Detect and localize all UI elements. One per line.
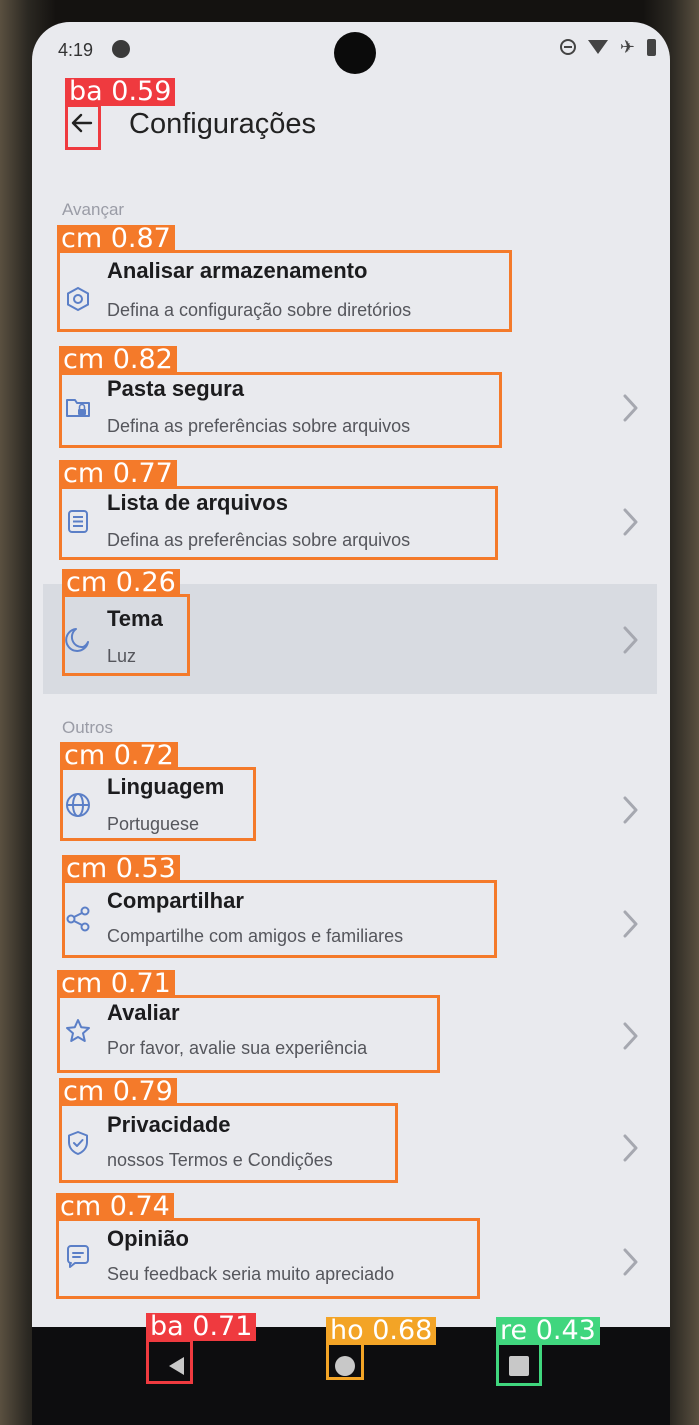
airplane-icon: ✈ — [619, 37, 635, 57]
chevron-right-icon — [617, 904, 643, 944]
chevron-right-icon — [617, 1016, 643, 1056]
chevron-right-icon — [617, 502, 643, 542]
battery-icon — [647, 38, 656, 56]
detection-label-nav-back: ba 0.71 — [146, 1313, 257, 1341]
detection-label-item: cm 0.53 — [62, 855, 180, 883]
chevron-right-icon — [617, 1128, 643, 1168]
detection-box-item — [59, 486, 498, 560]
detection-box-item — [60, 767, 256, 841]
camera-cutout — [334, 32, 376, 74]
detection-box-nav-back — [146, 1339, 193, 1384]
detection-label-back: ba 0.59 — [65, 78, 176, 106]
detection-box-nav-home — [326, 1342, 364, 1380]
detection-label-item: cm 0.72 — [60, 742, 178, 770]
detection-label-item: cm 0.79 — [59, 1078, 177, 1106]
app-notification-icon — [112, 40, 130, 58]
detection-box-item — [57, 250, 512, 332]
chevron-right-icon — [617, 1242, 643, 1282]
chevron-right-icon — [617, 388, 643, 428]
page-title: Configurações — [129, 108, 316, 140]
section-label-advanced: Avançar — [62, 200, 125, 219]
section-label-others: Outros — [62, 718, 114, 737]
detection-label-item: cm 0.26 — [62, 569, 180, 597]
detection-label-item: cm 0.77 — [59, 460, 177, 488]
chevron-right-icon — [617, 790, 643, 830]
status-icons: ✈ — [559, 37, 656, 57]
detection-label-nav-recents: re 0.43 — [496, 1317, 600, 1345]
detection-box-item — [62, 594, 190, 676]
detection-box-item — [57, 995, 440, 1073]
detection-box-back — [65, 104, 101, 150]
detection-box-item — [56, 1218, 480, 1299]
detection-box-item — [62, 880, 497, 958]
detection-label-nav-home: ho 0.68 — [326, 1317, 437, 1345]
detection-box-nav-recents — [496, 1342, 542, 1386]
detection-label-item: cm 0.71 — [57, 970, 175, 998]
detection-label-item: cm 0.82 — [59, 346, 177, 374]
detection-label-item: cm 0.87 — [57, 225, 175, 253]
wifi-icon — [587, 40, 608, 54]
detection-label-item: cm 0.74 — [56, 1193, 174, 1221]
detection-box-item — [59, 372, 502, 448]
detection-box-item — [59, 1103, 398, 1183]
status-time: 4:19 — [58, 40, 94, 60]
status-bar: 4:19 ✈ — [32, 22, 670, 78]
chevron-right-icon — [617, 620, 643, 660]
do-not-disturb-icon — [559, 39, 576, 55]
